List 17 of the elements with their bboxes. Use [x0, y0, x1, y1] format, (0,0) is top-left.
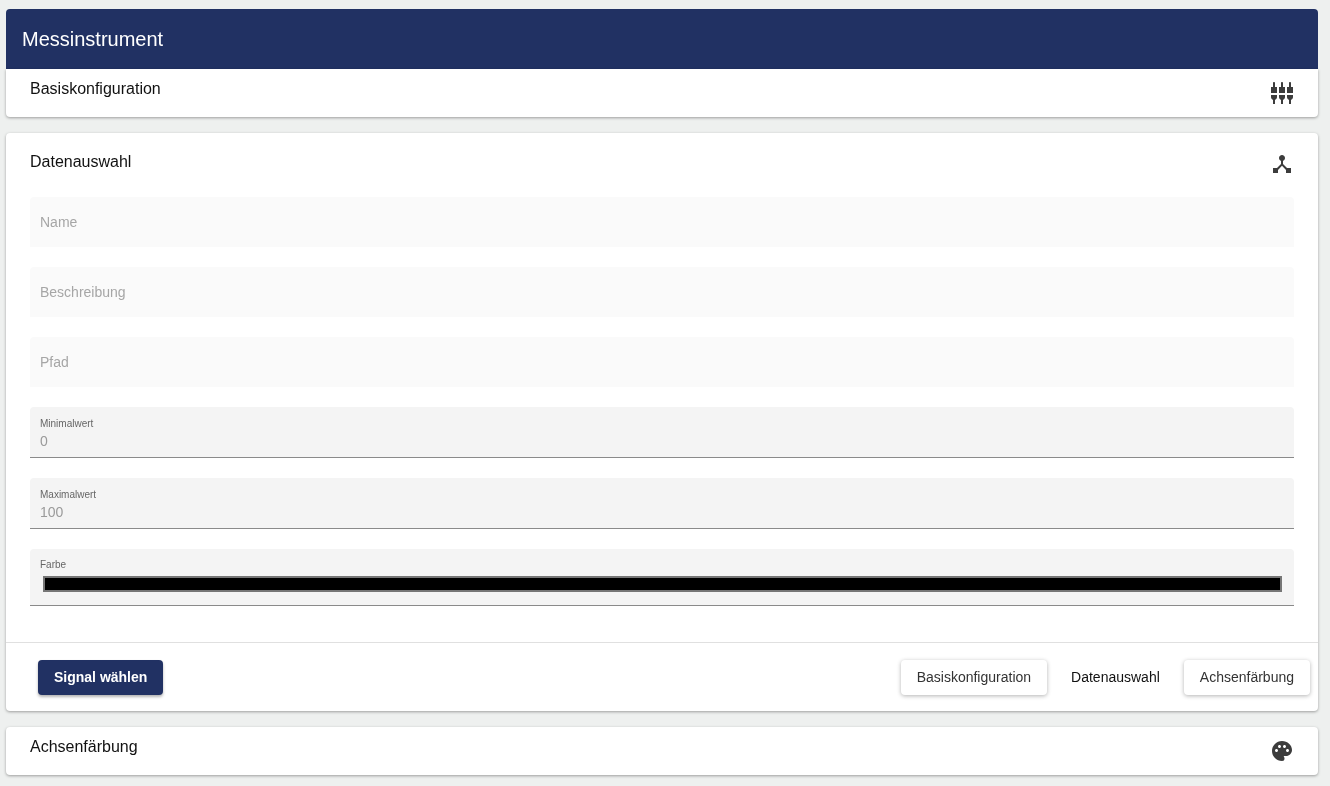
panel-header[interactable]: Datenauswahl: [6, 133, 1318, 193]
color-field[interactable]: Farbe: [30, 549, 1294, 606]
step-button[interactable]: Achsenfärbung: [1183, 659, 1310, 695]
signal-button[interactable]: Signal wählen: [38, 659, 164, 695]
panel-header[interactable]: Achsenfärbung: [6, 727, 1318, 775]
text-field[interactable]: Minimalwert 0: [30, 407, 1294, 458]
connectors-icon: [1270, 81, 1294, 105]
panel-header[interactable]: Basiskonfiguration: [6, 69, 1318, 117]
step-button[interactable]: Basiskonfiguration: [900, 659, 1048, 695]
text-field[interactable]: Maximalwert 100: [30, 478, 1294, 529]
hub-icon: [1270, 152, 1294, 176]
app-title: Messinstrument: [22, 27, 164, 52]
field-label: Maximalwert: [40, 489, 98, 501]
step-button[interactable]: Datenauswahl: [1055, 659, 1176, 695]
field-label: Minimalwert: [40, 418, 95, 430]
field-label: Farbe: [40, 559, 68, 571]
palette-icon: [1270, 739, 1294, 763]
